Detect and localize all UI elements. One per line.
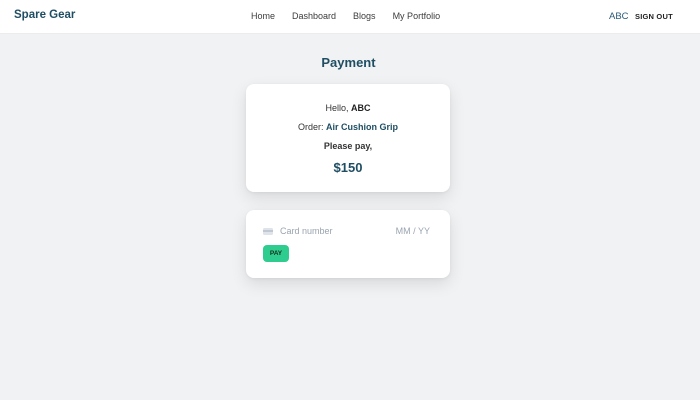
pay-prompt: Please pay, — [323, 141, 373, 151]
order-item-name: Air Cushion Grip — [326, 122, 398, 132]
greeting-user-name: ABC — [351, 103, 371, 113]
payment-amount: $150 — [333, 160, 363, 175]
nav-link-home[interactable]: Home — [251, 11, 275, 21]
brand-logo-link[interactable]: Spare Gear — [14, 9, 75, 21]
page-title: Payment — [321, 55, 376, 70]
order-prefix: Order: — [297, 122, 326, 132]
nav-link-my-portfolio[interactable]: My Portfolio — [393, 11, 441, 21]
card-expiry-input[interactable] — [386, 226, 430, 236]
credit-card-icon — [263, 228, 273, 235]
sign-out-button[interactable]: SIGN OUT — [635, 12, 673, 21]
order-line: Order: Air Cushion Grip — [246, 122, 450, 132]
payment-form-card: PAY — [246, 210, 450, 278]
nav-link-blogs[interactable]: Blogs — [353, 11, 376, 21]
nav-links: Home Dashboard Blogs My Portfolio — [251, 11, 440, 21]
card-number-input[interactable] — [280, 226, 390, 236]
greeting-prefix: Hello, — [325, 103, 351, 113]
navbar: Spare Gear Home Dashboard Blogs My Portf… — [0, 0, 700, 34]
greeting-line: Hello, ABC — [246, 103, 450, 113]
pay-button[interactable]: PAY — [263, 245, 289, 262]
user-name: ABC — [609, 11, 629, 22]
order-summary-card: Hello, ABC Order: Air Cushion Grip Pleas… — [246, 84, 450, 192]
nav-link-dashboard[interactable]: Dashboard — [292, 11, 336, 21]
